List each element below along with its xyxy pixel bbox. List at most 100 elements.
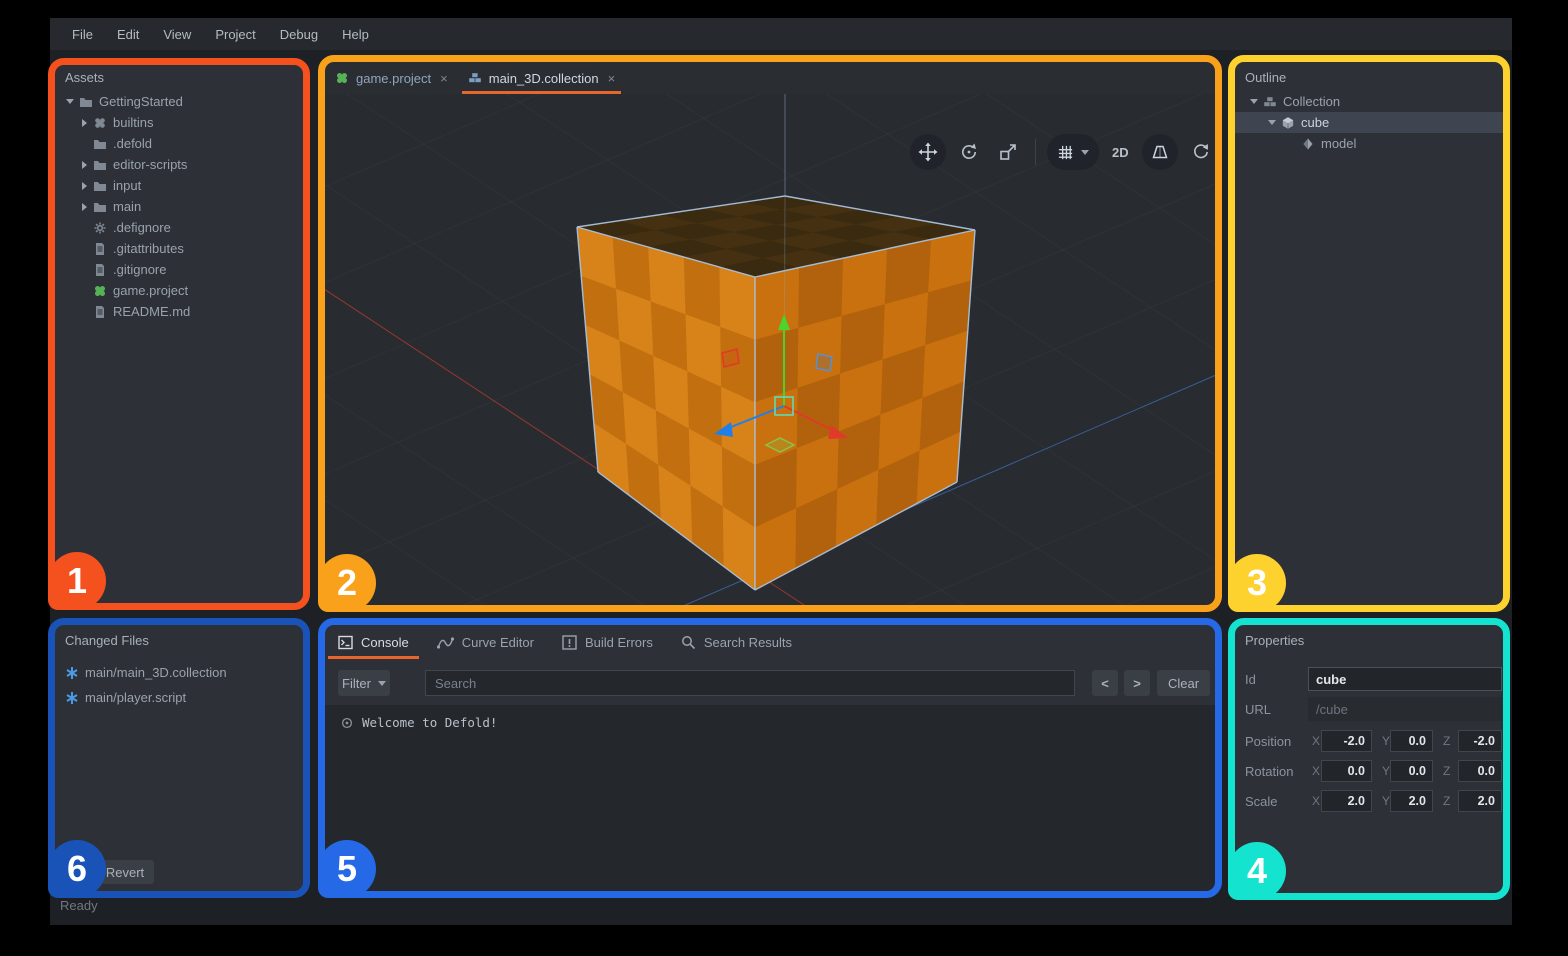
annotation-badge-5: 5 [318, 840, 376, 898]
scale-x-field[interactable]: 2.0 [1321, 790, 1372, 812]
file-icon [96, 242, 104, 255]
property-row-url: URL /cube [1235, 696, 1503, 722]
annotation-badge-3: 3 [1228, 554, 1286, 612]
menu-item-file[interactable]: File [60, 27, 105, 42]
menu-item-view[interactable]: View [151, 27, 203, 42]
asset-item-gitignore[interactable]: .gitignore [55, 259, 303, 280]
prev-match-button[interactable]: < [1092, 670, 1118, 696]
game-object-icon [1282, 116, 1294, 129]
screen: File Edit View Project Debug Help Assets… [0, 0, 1568, 956]
chevron-right-icon[interactable] [77, 202, 91, 211]
tab-main-3d-collection[interactable]: main_3D.collection × [458, 62, 625, 94]
changed-file-item[interactable]: main/player.script [55, 685, 303, 710]
chevron-right-icon[interactable] [77, 160, 91, 169]
file-icon [96, 263, 104, 276]
asset-item-gitattributes[interactable]: .gitattributes [55, 238, 303, 259]
toolbar-separator [1035, 139, 1036, 165]
asset-item-game-project[interactable]: game.project [55, 280, 303, 301]
annotation-badge-4: 4 [1228, 842, 1286, 900]
refresh-icon [1193, 144, 1208, 159]
annotation-badge-2: 2 [318, 554, 376, 612]
collection-icon [1264, 96, 1276, 106]
search-input[interactable]: Search [425, 670, 1075, 696]
asset-item-input[interactable]: input [55, 175, 303, 196]
scene-canvas[interactable] [325, 94, 1215, 605]
asset-item-builtins[interactable]: builtins [55, 112, 303, 133]
position-y-field[interactable]: 0.0 [1390, 730, 1433, 752]
folder-icon [94, 160, 106, 170]
log-line: Welcome to Defold! [341, 715, 1199, 730]
refresh-view-button[interactable] [1185, 136, 1215, 168]
scale-z-field[interactable]: 2.0 [1458, 790, 1502, 812]
properties-panel-title: Properties [1245, 633, 1305, 648]
tab-game-project[interactable]: game.project × [325, 62, 458, 94]
grid-options-button[interactable] [1047, 134, 1099, 170]
chevron-down-icon [1081, 149, 1089, 155]
scale-tool-icon [1000, 144, 1016, 160]
grid-icon [1058, 145, 1073, 159]
asset-item-gettingstarted[interactable]: GettingStarted [55, 91, 303, 112]
tab-search-results[interactable]: Search Results [681, 625, 792, 659]
chevron-down-icon[interactable] [1247, 99, 1261, 104]
collection-icon [468, 73, 481, 83]
editor-tab-bar: game.project × main_3D.collection × [325, 62, 1215, 94]
builtins-icon [95, 117, 105, 128]
asset-item-defignore[interactable]: .defignore [55, 217, 303, 238]
close-icon[interactable]: × [608, 71, 616, 86]
move-tool-button[interactable] [910, 134, 946, 170]
menu-item-project[interactable]: Project [203, 27, 267, 42]
viewport-scene[interactable]: 2D [325, 94, 1215, 605]
menu-item-edit[interactable]: Edit [105, 27, 151, 42]
file-icon [96, 305, 104, 318]
outline-item-model[interactable]: model [1235, 133, 1503, 154]
position-x-field[interactable]: -2.0 [1321, 730, 1372, 752]
position-z-field[interactable]: -2.0 [1458, 730, 1502, 752]
next-match-button[interactable]: > [1124, 670, 1150, 696]
assets-panel: Assets GettingStarted builtins .defold e… [55, 62, 303, 603]
folder-icon [94, 139, 106, 149]
tab-console[interactable]: Console [328, 625, 419, 659]
rotation-z-field[interactable]: 0.0 [1458, 760, 1502, 782]
rotation-y-field[interactable]: 0.0 [1390, 760, 1433, 782]
error-icon [562, 634, 577, 650]
chevron-right-icon[interactable] [77, 118, 91, 127]
property-row-scale: Scale X 2.0 Y 2.0 Z 2.0 [1235, 788, 1503, 814]
asset-item-editor-scripts[interactable]: editor-scripts [55, 154, 303, 175]
rotation-x-field[interactable]: 0.0 [1321, 760, 1372, 782]
outline-item-cube[interactable]: cube [1235, 112, 1503, 133]
tab-curve-editor[interactable]: Curve Editor [436, 625, 534, 659]
close-icon[interactable]: × [440, 71, 448, 86]
asset-item-readme[interactable]: README.md [55, 301, 303, 322]
rotate-tool-button[interactable] [953, 136, 985, 168]
terminal-icon [338, 635, 353, 649]
id-field[interactable]: cube [1308, 667, 1502, 691]
outline-item-collection[interactable]: Collection [1235, 91, 1503, 112]
modified-asterisk-icon [66, 691, 78, 704]
clear-console-button[interactable]: Clear [1157, 670, 1210, 696]
defold-window: File Edit View Project Debug Help Assets… [50, 18, 1512, 925]
console-filter-row: Filter Search < > Clear [325, 663, 1215, 703]
status-bar: Ready [60, 898, 98, 913]
tab-build-errors[interactable]: Build Errors [562, 625, 653, 659]
viewport-toolbar: 2D [910, 134, 1215, 170]
changed-file-item[interactable]: main/main_3D.collection [55, 660, 303, 685]
folder-icon [80, 97, 92, 107]
chevron-down-icon[interactable] [63, 99, 77, 104]
chevron-down-icon[interactable] [1265, 120, 1279, 125]
url-field: /cube [1308, 697, 1502, 721]
changed-files-list: main/main_3D.collection main/player.scri… [55, 660, 303, 710]
menu-item-help[interactable]: Help [330, 27, 381, 42]
asset-item-main[interactable]: main [55, 196, 303, 217]
search-icon [681, 635, 695, 649]
filter-dropdown[interactable]: Filter [338, 670, 390, 696]
menu-item-debug[interactable]: Debug [268, 27, 330, 42]
scale-y-field[interactable]: 2.0 [1390, 790, 1433, 812]
chevron-right-icon[interactable] [77, 181, 91, 190]
asset-item-defold[interactable]: .defold [55, 133, 303, 154]
outline-tree: Collection cube model [1235, 91, 1503, 154]
perspective-camera-button[interactable] [1141, 134, 1178, 170]
chevron-down-icon [377, 680, 386, 686]
console-tab-bar: Console Curve Editor Build Errors Search… [325, 625, 1215, 659]
toggle-2d-button[interactable]: 2D [1106, 145, 1135, 160]
scale-tool-button[interactable] [992, 136, 1024, 168]
